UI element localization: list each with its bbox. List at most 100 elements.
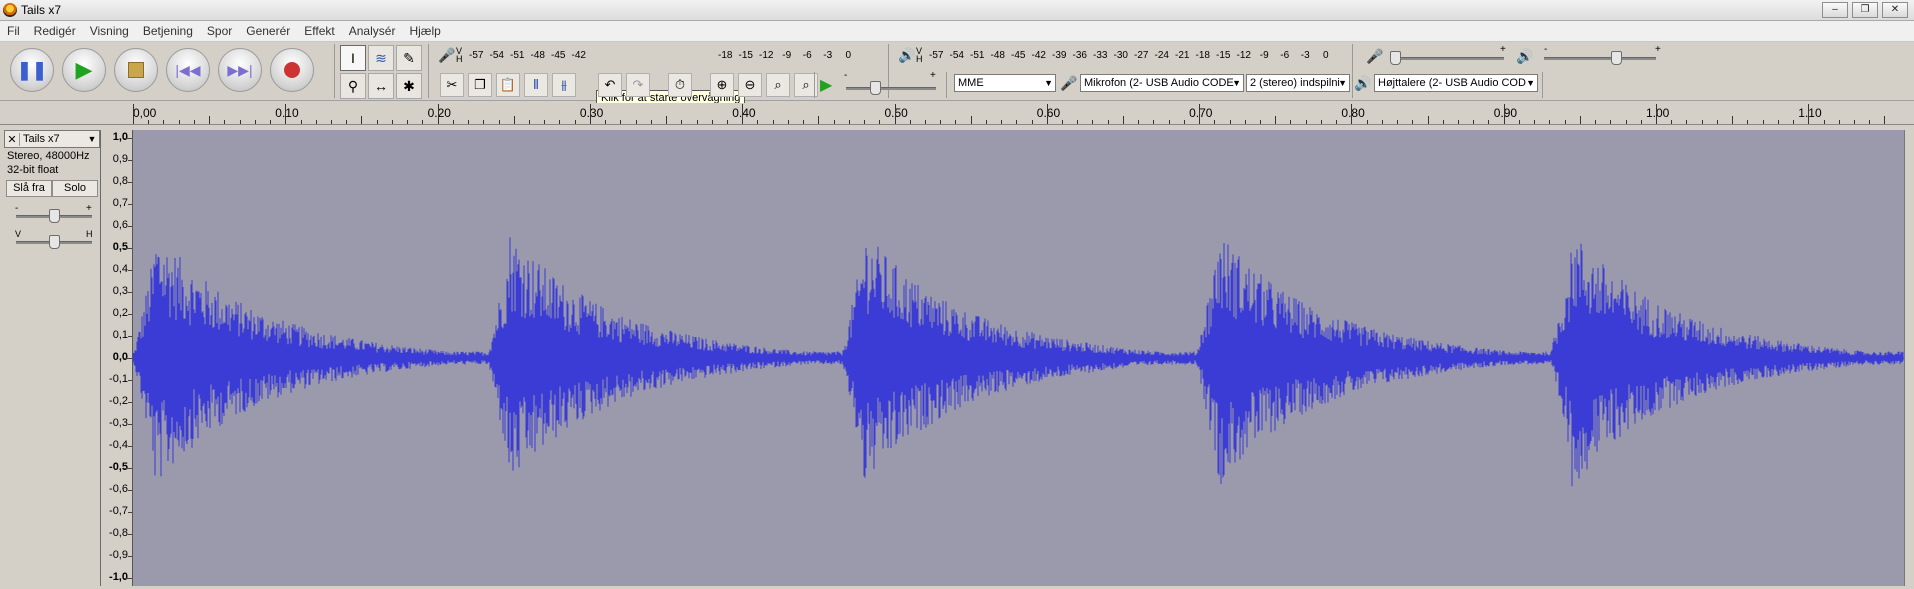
ruler-tick <box>772 120 774 124</box>
menu-file[interactable]: Fil <box>0 24 27 38</box>
ruler-tick <box>940 120 942 124</box>
ruler-label: 0,00 <box>133 106 157 120</box>
record-button[interactable] <box>270 48 314 92</box>
restore-button[interactable]: ❐ <box>1852 2 1878 18</box>
ruler-tick <box>1412 120 1414 124</box>
ruler-tick <box>437 104 439 124</box>
zoom-in-button[interactable]: ⊕ <box>710 73 734 97</box>
minimize-button[interactable]: – <box>1822 2 1848 18</box>
amplitude-label: 0,5 <box>112 241 128 253</box>
amplitude-label: -0,6 <box>109 483 128 495</box>
time-shift-tool[interactable]: ↔ <box>368 73 394 99</box>
amplitude-label: -0,4 <box>109 439 128 451</box>
fit-project-icon: ⌕ <box>802 77 810 92</box>
trim-button[interactable]: ⫴ <box>524 73 548 97</box>
recording-channels-select[interactable]: 2 (stereo) indspilni ▼ <box>1246 74 1350 92</box>
menu-tracks[interactable]: Spor <box>200 24 239 38</box>
amplitude-label: 0,6 <box>112 219 128 231</box>
copy-button[interactable]: ❐ <box>468 73 492 97</box>
gain-slider[interactable] <box>49 209 60 223</box>
output-volume-slider[interactable] <box>1611 51 1622 65</box>
gain-plus: + <box>86 203 92 214</box>
paste-button[interactable]: 📋 <box>496 73 520 97</box>
sync-lock-button[interactable]: ⏱ <box>668 73 692 97</box>
meter-tick: -12 <box>1236 49 1251 61</box>
audio-host-select[interactable]: MME ▼ <box>954 74 1056 92</box>
ruler-tick <box>1808 104 1810 124</box>
record-meter[interactable]: 🎤 VH -57 -54 -51 -48 -45 -42 -18 -15 -12… <box>438 46 859 64</box>
speed-minus: - <box>844 70 848 81</box>
gain-minus: - <box>15 203 19 214</box>
audacity-app-icon <box>3 3 17 17</box>
zoom-tool[interactable]: ⚲ <box>340 73 366 99</box>
meter-tick: 0 <box>845 49 852 61</box>
skip-to-end-button[interactable]: ▶▶| <box>218 48 262 92</box>
menu-effect[interactable]: Effekt <box>297 24 341 38</box>
redo-button[interactable]: ↷ <box>626 73 650 97</box>
ruler-tick <box>285 104 287 124</box>
ruler-tick <box>1016 120 1018 124</box>
solo-button[interactable]: Solo <box>52 180 98 197</box>
play-speed-track[interactable] <box>846 87 936 90</box>
microphone-icon: 🎤 <box>438 46 456 63</box>
menu-help[interactable]: Hjælp <box>402 24 447 38</box>
input-volume-slider[interactable] <box>1390 51 1401 65</box>
menu-edit[interactable]: Redigér <box>27 24 83 38</box>
mute-button[interactable]: Slå fra <box>6 180 52 197</box>
menu-generate[interactable]: Generér <box>239 24 297 38</box>
ruler-tick <box>1062 120 1064 124</box>
amplitude-tick <box>124 138 132 139</box>
menu-transport[interactable]: Betjening <box>136 24 200 38</box>
ruler-tick <box>1138 120 1140 124</box>
cut-button[interactable]: ✂ <box>440 73 464 97</box>
play-at-speed-icon[interactable]: ▶ <box>820 75 832 95</box>
playback-meter[interactable]: 🔊 VH -57 -54 -51 -48 -45 -42 -39 -36 -33… <box>898 46 1336 64</box>
ruler-tick <box>1671 120 1673 124</box>
pan-slider[interactable] <box>49 235 60 249</box>
zoom-out-button[interactable]: ⊖ <box>738 73 762 97</box>
vertical-scrollbar[interactable] <box>1904 130 1914 586</box>
close-track-icon[interactable]: ✕ <box>5 132 20 146</box>
waveform-display[interactable] <box>132 130 1904 586</box>
amplitude-label: -0,1 <box>109 373 128 385</box>
skip-to-start-button[interactable]: |◀◀ <box>166 48 210 92</box>
meter-tick: -51 <box>970 49 985 61</box>
menu-view[interactable]: Visning <box>83 24 136 38</box>
ruler-tick <box>330 120 332 124</box>
ruler-tick <box>970 116 972 124</box>
envelope-tool[interactable]: ≋ <box>368 45 394 71</box>
output-volume-track[interactable] <box>1544 57 1656 60</box>
ruler-tick <box>1853 120 1855 124</box>
ruler-tick <box>1884 116 1886 124</box>
play-button[interactable]: ▶ <box>62 48 106 92</box>
playback-device-icon: 🔊 <box>1354 75 1372 91</box>
draw-tool[interactable]: ✎ <box>396 45 422 71</box>
recording-device-select[interactable]: Mikrofon (2- USB Audio CODE ▼ <box>1080 74 1244 92</box>
playback-device-select[interactable]: Højttalere (2- USB Audio COD ▼ <box>1374 74 1538 92</box>
play-speed-slider[interactable] <box>870 81 881 95</box>
silence-button[interactable]: ⫵ <box>552 73 576 97</box>
meter-tick: -42 <box>571 49 586 61</box>
timeline-ruler[interactable]: 0,00 0.10 0.20 0.30 0.40 0.50 0.60 0.70 … <box>0 103 1914 125</box>
selection-tool[interactable]: I <box>340 45 366 71</box>
ruler-tick <box>544 120 546 124</box>
ruler-tick <box>1534 120 1536 124</box>
fit-selection-button[interactable]: ⌕ <box>766 73 790 97</box>
track-name-menu[interactable]: Tails x7 <box>20 133 85 145</box>
ruler-tick <box>1244 120 1246 124</box>
stop-button[interactable] <box>114 48 158 92</box>
ruler-tick <box>483 120 485 124</box>
menu-analyze[interactable]: Analysér <box>342 24 403 38</box>
ruler-label: 0.90 <box>1493 106 1518 120</box>
input-volume-track[interactable] <box>1392 57 1504 60</box>
undo-button[interactable]: ↶ <box>598 73 622 97</box>
amplitude-ruler[interactable]: 1,0 0,9 0,8 0,7 0,6 0,5 0,4 0,3 0,2 0,1 0,0 -0,1 -0,… <box>101 130 133 586</box>
close-button[interactable]: ✕ <box>1882 2 1908 18</box>
ruler-tick <box>1290 120 1292 124</box>
ruler-tick <box>620 120 622 124</box>
meter-tick: -18 <box>1195 49 1210 61</box>
pause-button[interactable]: ❚❚ <box>10 48 54 92</box>
ruler-tick <box>1640 120 1642 124</box>
chevron-down-icon[interactable]: ▼ <box>85 134 99 144</box>
multi-tool[interactable]: ✱ <box>396 73 422 99</box>
